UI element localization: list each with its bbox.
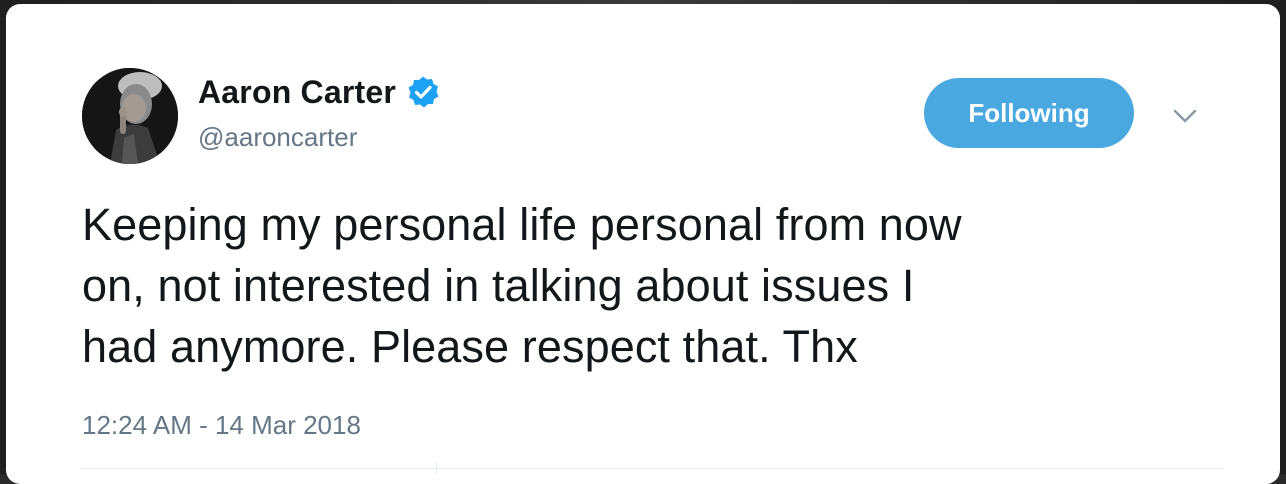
author-display-name[interactable]: Aaron Carter [198, 74, 396, 111]
tweet-text: Keeping my personal life personal from n… [82, 194, 1202, 377]
divider [82, 468, 1222, 469]
tweet-timestamp[interactable]: 12:24 AM - 14 Mar 2018 [82, 410, 361, 441]
following-button[interactable]: Following [924, 78, 1134, 148]
author-handle[interactable]: @aaroncarter [198, 122, 357, 153]
verified-badge-icon [406, 75, 440, 109]
tweet-card: Aaron Carter @aaroncarter Following Keep… [6, 4, 1280, 484]
tweet-text-line: on, not interested in talking about issu… [82, 260, 915, 311]
author-name-row: Aaron Carter [198, 72, 440, 112]
divider-tick [436, 462, 437, 474]
tweet-text-line: Keeping my personal life personal from n… [82, 199, 962, 250]
tweet-text-line: had anymore. Please respect that. Thx [82, 321, 858, 372]
avatar[interactable] [82, 68, 178, 164]
chevron-down-icon[interactable] [1170, 104, 1200, 128]
